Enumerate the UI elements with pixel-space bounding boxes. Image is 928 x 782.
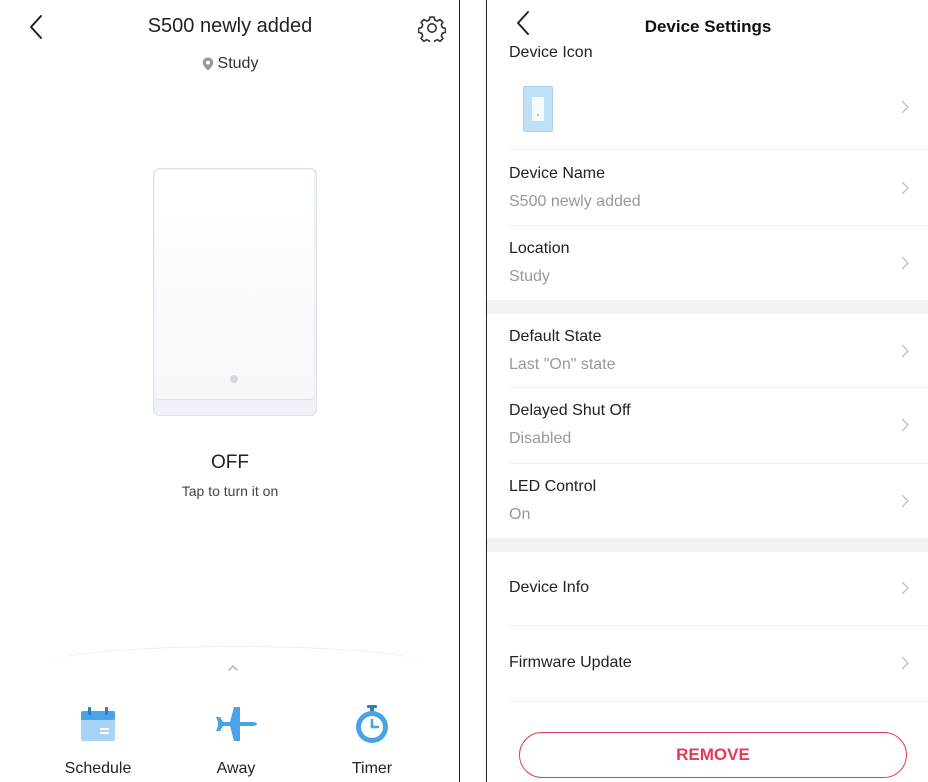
chevron-right-icon: [901, 181, 909, 195]
device-info-row[interactable]: Device Info: [487, 552, 928, 626]
device-name-row[interactable]: Device Name S500 newly added: [487, 150, 928, 226]
device-icon-label: Device Icon: [509, 44, 593, 61]
remove-device-button[interactable]: REMOVE: [519, 732, 907, 778]
settings-button[interactable]: [417, 14, 447, 45]
chevron-right-icon: [901, 100, 909, 114]
row-value: Study: [509, 268, 550, 285]
thumbnail-switch: [532, 97, 544, 121]
row-title: Device Name: [509, 165, 606, 182]
gear-icon: [417, 16, 447, 45]
location-pin-icon: [202, 57, 213, 71]
chevron-right-icon: [901, 656, 909, 670]
location-label: Study: [217, 55, 259, 72]
power-state: OFF: [211, 452, 249, 473]
device-location: Study: [0, 55, 459, 73]
stopwatch-icon: [356, 705, 388, 743]
calendar-icon: [81, 707, 115, 741]
row-value: On: [509, 506, 531, 523]
row-title: Firmware Update: [509, 654, 632, 671]
row-title: Delayed Shut Off: [509, 402, 631, 419]
switch-indicator-dot: [230, 375, 238, 383]
row-value: S500 newly added: [509, 193, 641, 210]
row-title: Location: [509, 240, 570, 257]
row-value: Disabled: [509, 430, 572, 447]
timer-label: Timer: [351, 760, 393, 777]
airplane-icon: [216, 707, 257, 741]
device-thumbnail[interactable]: [523, 86, 553, 132]
away-button[interactable]: Away: [176, 700, 296, 778]
schedule-label: Schedule: [64, 760, 132, 777]
led-control-row[interactable]: LED Control On: [487, 464, 928, 538]
timer-button[interactable]: Timer: [312, 700, 432, 778]
drawer-expand-button[interactable]: [224, 660, 242, 671]
settings-header: Device Settings: [487, 0, 928, 46]
chevron-up-icon: [228, 664, 238, 671]
chevron-right-icon: [901, 344, 909, 358]
section-separator: [487, 538, 928, 552]
device-title: S500 newly added: [147, 15, 313, 37]
location-row[interactable]: Location Study: [487, 226, 928, 300]
schedule-button[interactable]: Schedule: [38, 700, 158, 778]
switch-rocker: [155, 170, 314, 400]
power-hint: Tap to turn it on: [181, 483, 279, 499]
device-control-screen: S500 newly added Study OFF Tap to turn i…: [0, 0, 460, 782]
delayed-shut-off-row[interactable]: Delayed Shut Off Disabled: [487, 388, 928, 464]
row-title: LED Control: [509, 478, 597, 495]
device-settings-screen: Device Icon Device Settings Device Name …: [486, 0, 928, 782]
light-switch-toggle[interactable]: [153, 168, 317, 416]
firmware-update-row[interactable]: Firmware Update: [487, 626, 928, 702]
row-value: Last "On" state: [509, 356, 616, 373]
device-icon-row[interactable]: [487, 64, 928, 150]
row-divider: [509, 701, 928, 702]
row-title: Device Info: [509, 579, 590, 596]
chevron-right-icon: [901, 494, 909, 508]
default-state-row[interactable]: Default State Last "On" state: [487, 314, 928, 388]
away-label: Away: [216, 760, 256, 777]
row-title: Default State: [509, 328, 602, 345]
section-separator: [487, 300, 928, 314]
page-title: Device Settings: [644, 17, 772, 36]
chevron-right-icon: [901, 256, 909, 270]
chevron-right-icon: [901, 418, 909, 432]
chevron-right-icon: [901, 581, 909, 595]
